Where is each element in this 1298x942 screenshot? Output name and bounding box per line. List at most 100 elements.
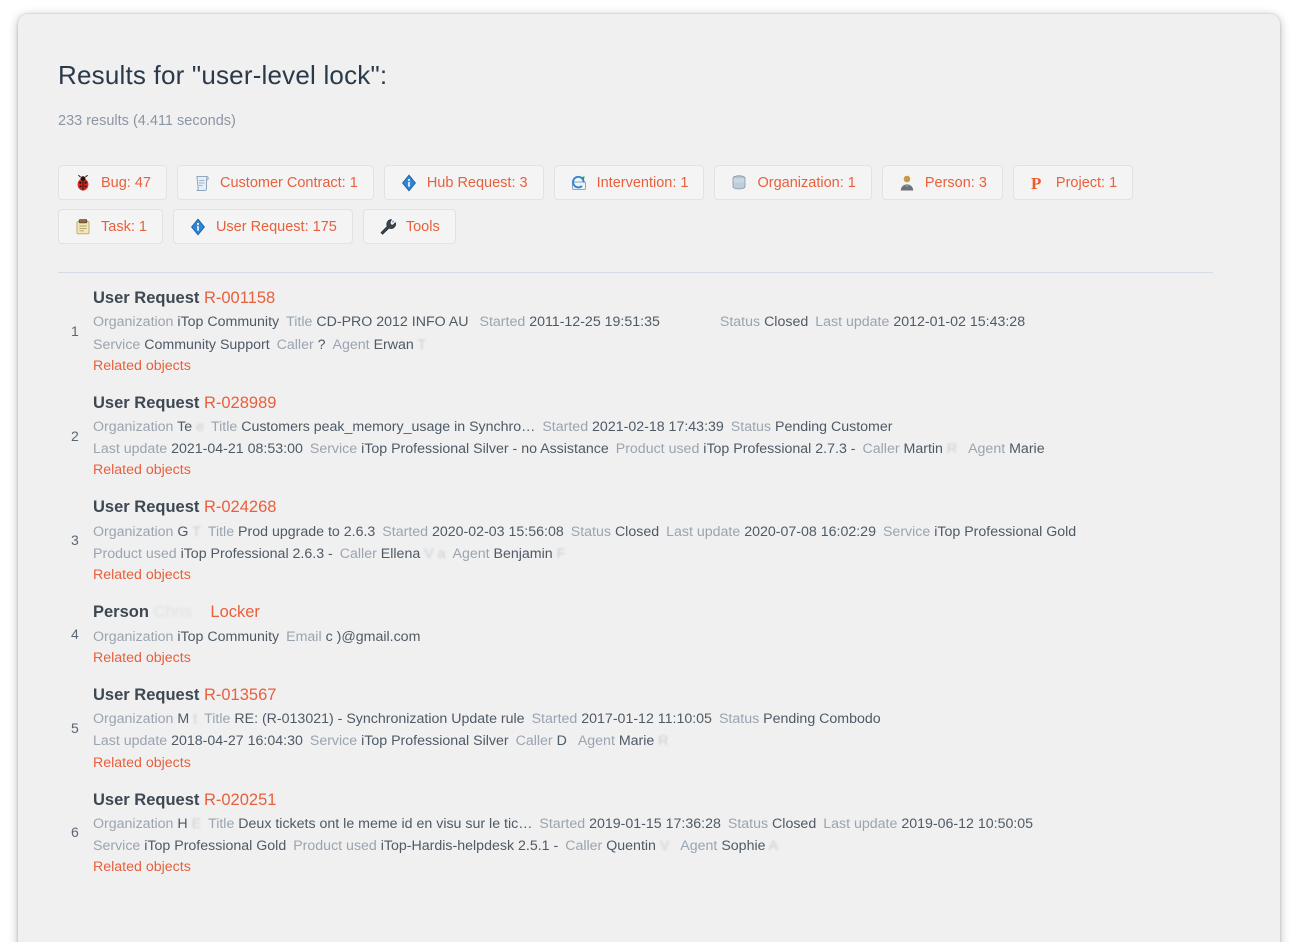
field-label: Caller bbox=[339, 546, 377, 563]
result-object-class: User Request bbox=[93, 685, 200, 704]
results-card: Results for "user-level lock": 233 resul… bbox=[18, 14, 1280, 942]
field-value-redacted: e bbox=[192, 419, 204, 436]
related-objects-link[interactable]: Related objects bbox=[93, 755, 191, 771]
related-objects-link[interactable]: Related objects bbox=[93, 650, 191, 666]
result-object-link-tail[interactable]: Locker bbox=[210, 603, 260, 621]
result-row: 5 User Request R-013567 Organization M t T… bbox=[58, 674, 1240, 779]
field-value: Ellena bbox=[380, 546, 421, 563]
field-value: iTop Professional 2.7.3 - bbox=[703, 441, 856, 458]
field-separator bbox=[724, 416, 731, 438]
filter-chip-intervention[interactable]: Intervention: 1 bbox=[553, 165, 705, 200]
filter-chip-task[interactable]: Task: 1 bbox=[58, 209, 163, 244]
filter-chip-project[interactable]: P Project: 1 bbox=[1012, 165, 1134, 200]
result-object-link[interactable]: R-013567 bbox=[204, 686, 276, 704]
result-field-line: Last update 2018-04-27 16:04:30 Service … bbox=[93, 730, 1240, 752]
result-body: User Request R-024268 Organization G T Ti… bbox=[93, 496, 1240, 584]
result-object-link[interactable]: R-020251 bbox=[204, 791, 276, 809]
result-field-line: Organization iTop Community Title CD-PRO… bbox=[93, 311, 1240, 333]
result-object-class: User Request bbox=[93, 498, 200, 517]
field-value-redacted: V a bbox=[420, 546, 446, 563]
field-label: Status bbox=[570, 523, 611, 540]
result-index: 1 bbox=[71, 322, 79, 339]
field-label: Product used bbox=[615, 441, 700, 458]
field-value: Marie bbox=[618, 733, 655, 750]
field-value-tail: )@gmail.com bbox=[336, 628, 421, 645]
related-objects-link[interactable]: Related objects bbox=[93, 567, 191, 583]
field-value: c bbox=[325, 628, 333, 645]
field-value-redacted: F bbox=[552, 546, 566, 563]
filter-chip-label: Intervention: 1 bbox=[596, 174, 689, 191]
result-field-line: Last update 2021-04-21 08:53:00 Service … bbox=[93, 438, 1240, 460]
field-label: Status bbox=[718, 711, 760, 728]
field-separator bbox=[326, 334, 333, 356]
result-object-class: User Request bbox=[93, 289, 200, 307]
field-value: 2020-02-03 15:56:08 bbox=[432, 523, 564, 540]
field-label: Caller bbox=[862, 441, 900, 458]
info-diamond-icon bbox=[400, 173, 418, 192]
field-label: Agent bbox=[577, 733, 615, 750]
result-index: 5 bbox=[71, 719, 79, 736]
field-value: D bbox=[556, 733, 567, 750]
field-label: Status bbox=[719, 314, 761, 331]
result-count-text: 233 results (4.411 seconds) bbox=[58, 113, 236, 129]
filter-chip-label: Hub Request: 3 bbox=[426, 174, 528, 191]
field-value: H bbox=[177, 815, 188, 832]
field-separator bbox=[303, 438, 310, 460]
result-heading: Person Chris Locker bbox=[93, 601, 1240, 624]
filter-chip-label: Project: 1 bbox=[1055, 174, 1118, 191]
filter-chip-customer-contract[interactable]: Customer Contract: 1 bbox=[177, 165, 374, 200]
related-objects-link[interactable]: Related objects bbox=[93, 859, 191, 875]
field-label: Last update bbox=[823, 815, 898, 832]
field-label: Started bbox=[531, 711, 578, 728]
field-separator bbox=[204, 416, 211, 438]
field-value: 2011-12-25 19:51:35 bbox=[529, 314, 660, 331]
field-value: Pending Customer bbox=[774, 419, 893, 436]
field-value-redacted: A bbox=[765, 838, 779, 855]
project-p-icon: P bbox=[1029, 174, 1047, 192]
field-value: iTop Professional 2.6.3 - bbox=[180, 546, 333, 563]
field-value-redacted: t bbox=[189, 711, 198, 728]
result-object-link[interactable]: R-028989 bbox=[204, 394, 276, 412]
filter-chip-hub-request[interactable]: Hub Request: 3 bbox=[383, 165, 544, 200]
field-label: Product used bbox=[293, 838, 377, 855]
field-label: Agent bbox=[452, 546, 490, 563]
filter-chip-label: Task: 1 bbox=[101, 218, 147, 235]
field-label: Agent bbox=[968, 441, 1006, 458]
field-label: Service bbox=[93, 838, 141, 855]
field-value: Marie bbox=[1009, 441, 1045, 458]
field-separator bbox=[571, 730, 578, 752]
filter-chip-user-request[interactable]: User Request: 175 bbox=[172, 209, 353, 244]
field-value: iTop Community bbox=[177, 314, 280, 331]
related-objects-link[interactable]: Related objects bbox=[93, 462, 191, 478]
field-separator bbox=[525, 708, 532, 730]
field-value: 2019-01-15 17:36:28 bbox=[589, 815, 721, 832]
field-label: Started bbox=[479, 314, 526, 331]
related-objects-link[interactable]: Related objects bbox=[93, 358, 191, 374]
result-object-link-redacted[interactable]: Chris bbox=[154, 603, 193, 621]
intervention-icon bbox=[570, 174, 588, 192]
field-value: Sophie bbox=[721, 838, 766, 855]
svg-text:P: P bbox=[1031, 174, 1041, 192]
field-label: Service bbox=[309, 441, 358, 458]
field-label: Started bbox=[382, 523, 429, 540]
filter-chip-organization[interactable]: Organization: 1 bbox=[714, 165, 872, 200]
field-value: Quentin bbox=[606, 838, 656, 855]
field-label: Status bbox=[730, 419, 772, 436]
result-field-line: Product used iTop Professional 2.6.3 - C… bbox=[93, 543, 1240, 565]
filter-chip-bug[interactable]: Bug: 47 bbox=[58, 165, 167, 200]
result-object-link[interactable]: R-024268 bbox=[204, 498, 276, 516]
task-note-icon bbox=[74, 218, 92, 236]
result-field-line: Organization Te e Title Customers peak_m… bbox=[93, 416, 1240, 438]
result-heading: User Request R-028989 bbox=[93, 392, 1240, 415]
field-value: iTop Professional Silver - no Assistance bbox=[361, 441, 609, 458]
filter-chip-person[interactable]: Person: 3 bbox=[881, 165, 1003, 200]
result-object-link[interactable]: R-001158 bbox=[204, 289, 275, 307]
field-separator bbox=[201, 521, 208, 543]
results-list: 1 User Request R-001158 Organization iTop … bbox=[58, 273, 1240, 883]
filter-chip-tools[interactable]: Tools bbox=[362, 209, 456, 244]
field-value-redacted: T bbox=[413, 336, 427, 353]
object-class-filter-chips: Bug: 47 Customer Contract: 1 Hub Request: … bbox=[58, 165, 1183, 244]
field-separator bbox=[721, 813, 728, 835]
result-heading: User Request R-001158 bbox=[93, 287, 1240, 310]
field-separator bbox=[303, 730, 310, 752]
